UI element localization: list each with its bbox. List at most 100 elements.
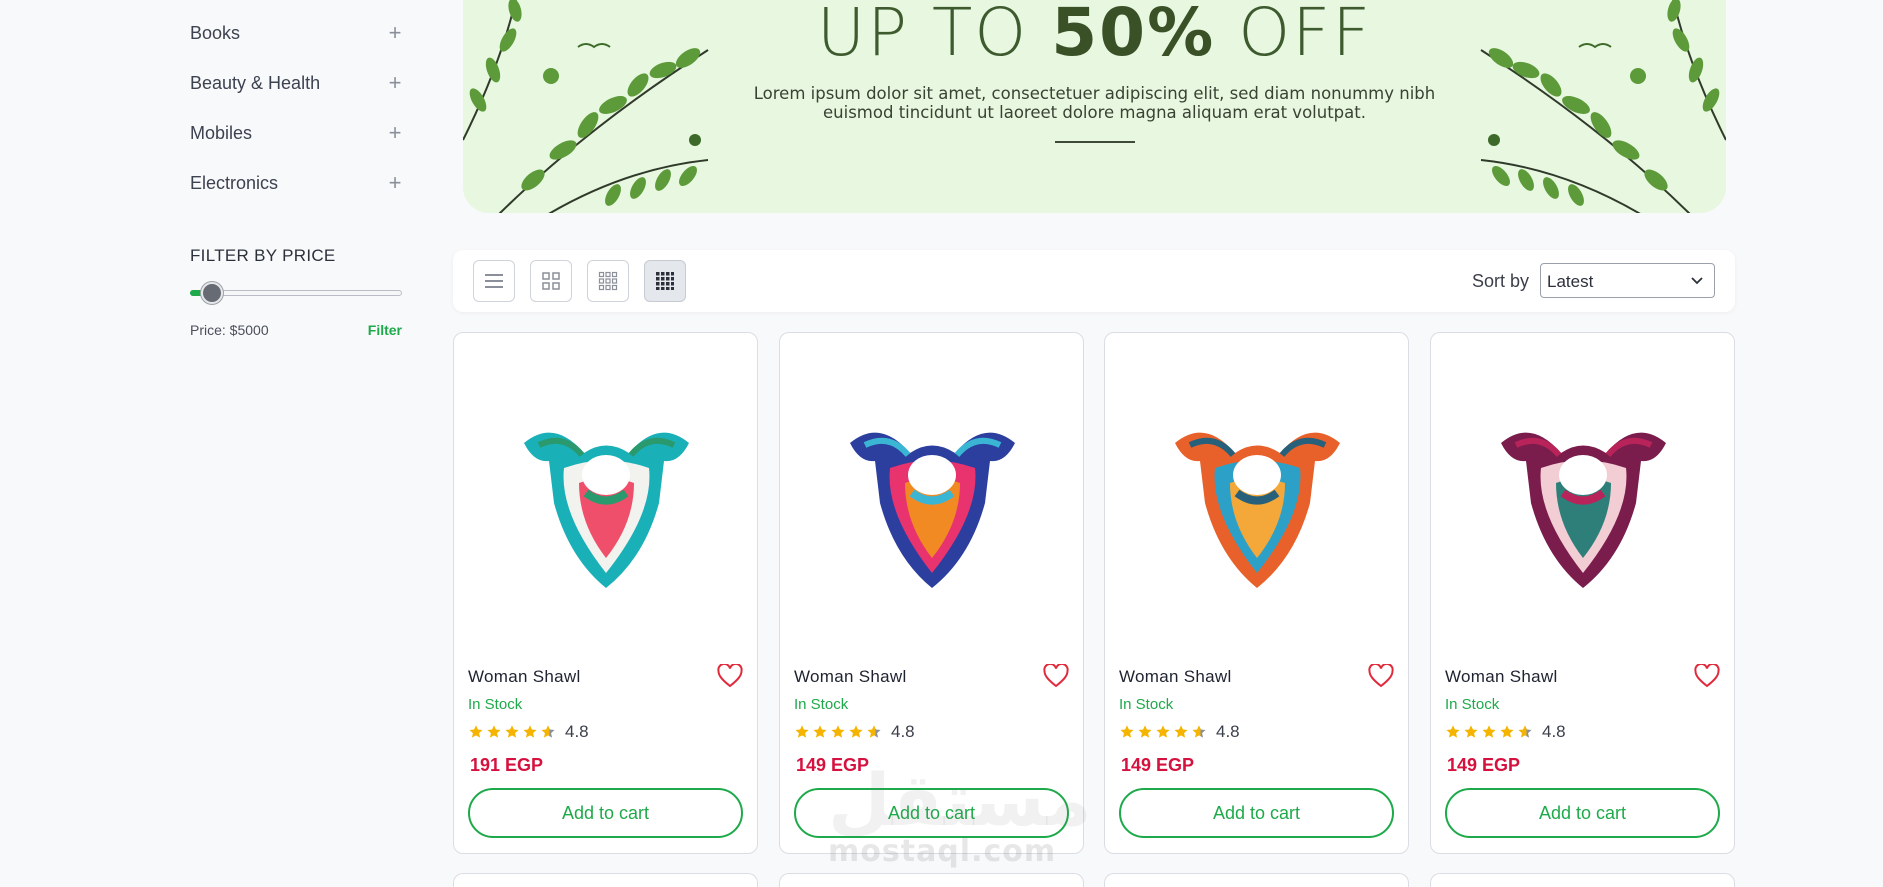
star-rating (1119, 724, 1207, 740)
product-card[interactable] (1104, 873, 1409, 887)
star-rating (1445, 724, 1533, 740)
product-card[interactable] (453, 873, 758, 887)
sort-selected-value: Latest (1547, 272, 1594, 291)
category-item-beauty-health[interactable]: Beauty & Health + (190, 58, 402, 108)
product-price: 149 EGP (796, 755, 870, 775)
stock-status: In Stock (1445, 696, 1500, 713)
chevron-down-icon (1691, 277, 1703, 285)
half-star-icon (867, 725, 881, 738)
star-icon (1482, 725, 1496, 738)
rating-value: 4.8 (1542, 722, 1566, 741)
sort-select[interactable]: Latest (1540, 263, 1715, 298)
grid-3-view-button[interactable] (587, 260, 629, 302)
product-name[interactable]: Woman Shawl (468, 667, 581, 687)
star-icon (795, 725, 809, 738)
product-price: 149 EGP (1121, 755, 1195, 775)
heart-icon[interactable] (1368, 664, 1394, 688)
stock-status: In Stock (1119, 696, 1174, 713)
star-icon (1156, 725, 1170, 738)
star-icon (1464, 725, 1478, 738)
plus-icon[interactable]: + (388, 120, 402, 146)
product-rating: 4.8 (1119, 722, 1240, 742)
sort-by-label: Sort by (1471, 271, 1529, 291)
star-icon (813, 725, 827, 738)
banner-divider (1055, 141, 1135, 143)
star-icon (1138, 725, 1152, 738)
half-star-icon (541, 725, 555, 738)
banner-description: Lorem ipsum dolor sit amet, consectetuer… (753, 84, 1436, 122)
half-star-icon (1518, 725, 1532, 738)
product-price: 149 EGP (1447, 755, 1521, 775)
slider-handle[interactable] (200, 282, 223, 304)
grid-3-icon (598, 271, 618, 291)
stock-status: In Stock (794, 696, 849, 713)
grid-4-view-button[interactable] (644, 260, 686, 302)
grid-4-icon (656, 272, 674, 290)
grid-2-view-button[interactable] (530, 260, 572, 302)
stock-status: In Stock (468, 696, 523, 713)
half-star-icon (1192, 725, 1206, 738)
product-image[interactable] (1471, 383, 1696, 608)
product-rating: 4.8 (794, 722, 915, 742)
price-slider[interactable] (190, 282, 402, 304)
product-card[interactable] (779, 873, 1084, 887)
category-label: Books (190, 22, 241, 43)
category-item-mobiles[interactable]: Mobiles + (190, 108, 402, 158)
promo-banner[interactable]: UP TO 50% OFF Lorem ipsum dolor sit amet… (463, 0, 1726, 213)
headline-pre: UP TO (816, 0, 1029, 71)
plus-icon[interactable]: + (388, 20, 402, 46)
star-icon (469, 725, 483, 738)
heart-icon[interactable] (1694, 664, 1720, 688)
star-icon (1174, 725, 1188, 738)
grid-2-icon (542, 272, 560, 290)
product-name[interactable]: Woman Shawl (794, 667, 907, 687)
add-to-cart-button[interactable]: Add to cart (794, 788, 1069, 838)
plus-icon[interactable]: + (388, 70, 402, 96)
category-label: Electronics (190, 172, 279, 193)
product-name[interactable]: Woman Shawl (1119, 667, 1232, 687)
filter-button[interactable]: Filter (368, 322, 402, 338)
star-icon (487, 725, 501, 738)
star-icon (1120, 725, 1134, 738)
plus-icon[interactable]: + (388, 170, 402, 196)
product-image[interactable] (494, 383, 719, 608)
product-rating: 4.8 (1445, 722, 1566, 742)
shop-toolbar: Sort by Latest (453, 250, 1735, 312)
product-card[interactable]: Woman Shawl In Stock 4.8 149 EGP Add to cart (1104, 332, 1409, 854)
star-icon (831, 725, 845, 738)
product-image[interactable] (820, 383, 1045, 608)
product-card[interactable]: Woman Shawl In Stock 4.8 149 EGP Add to cart (779, 332, 1084, 854)
star-icon (523, 725, 537, 738)
rating-value: 4.8 (565, 722, 589, 741)
headline-post: OFF (1238, 0, 1373, 71)
product-rating: 4.8 (468, 722, 589, 742)
price-value-text: Price: $5000 (190, 322, 269, 338)
heart-icon[interactable] (717, 664, 743, 688)
sidebar: Books + Beauty & Health + Mobiles + Elec… (190, 0, 402, 338)
star-icon (849, 725, 863, 738)
category-item-electronics[interactable]: Electronics + (190, 158, 402, 208)
price-row: Price: $5000 Filter (190, 322, 402, 338)
leaf-branch-right-icon (1480, 0, 1726, 213)
headline-discount: 50% (1051, 0, 1216, 71)
star-icon (1446, 725, 1460, 738)
list-view-icon (485, 274, 503, 288)
product-card[interactable] (1430, 873, 1735, 887)
category-list: Books + Beauty & Health + Mobiles + Elec… (190, 0, 402, 208)
heart-icon[interactable] (1043, 664, 1069, 688)
rating-value: 4.8 (891, 722, 915, 741)
product-card[interactable]: Woman Shawl In Stock 4.8 191 EGP Add to cart (453, 332, 758, 854)
category-item-books[interactable]: Books + (190, 8, 402, 58)
add-to-cart-button[interactable]: Add to cart (1445, 788, 1720, 838)
add-to-cart-button[interactable]: Add to cart (1119, 788, 1394, 838)
product-name[interactable]: Woman Shawl (1445, 667, 1558, 687)
add-to-cart-button[interactable]: Add to cart (468, 788, 743, 838)
star-rating (794, 724, 882, 740)
list-view-button[interactable] (473, 260, 515, 302)
product-image[interactable] (1145, 383, 1370, 608)
star-icon (505, 725, 519, 738)
rating-value: 4.8 (1216, 722, 1240, 741)
product-price: 191 EGP (470, 755, 544, 775)
product-card[interactable]: Woman Shawl In Stock 4.8 149 EGP Add to cart (1430, 332, 1735, 854)
star-icon (1500, 725, 1514, 738)
